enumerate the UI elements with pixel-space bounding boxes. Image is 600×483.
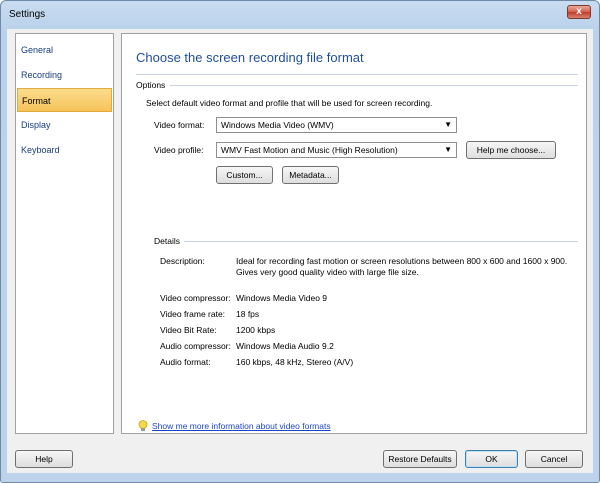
format-panel: Choose the screen recording file format …	[121, 33, 587, 434]
video-compressor-label: Video compressor:	[160, 293, 231, 303]
chevron-down-icon: ▼	[444, 120, 452, 129]
window-title: Settings	[9, 9, 46, 20]
video-profile-select[interactable]: WMV Fast Motion and Music (High Resoluti…	[216, 142, 457, 158]
options-instruction: Select default video format and profile …	[146, 98, 433, 108]
description-value: Ideal for recording fast motion or scree…	[236, 256, 568, 277]
video-format-select[interactable]: Windows Media Video (WMV) ▼	[216, 117, 457, 133]
settings-sidebar: General Recording Format Display Keyboar…	[15, 33, 114, 434]
video-bit-rate-label: Video Bit Rate:	[160, 325, 217, 335]
close-button[interactable]: x	[567, 5, 591, 19]
sidebar-item-general[interactable]: General	[17, 38, 112, 62]
restore-defaults-button[interactable]: Restore Defaults	[383, 450, 457, 468]
sidebar-item-recording[interactable]: Recording	[17, 63, 112, 87]
help-button[interactable]: Help	[15, 450, 73, 468]
close-icon: x	[576, 6, 582, 17]
sidebar-item-keyboard[interactable]: Keyboard	[17, 138, 112, 162]
audio-format-value: 160 kbps, 48 kHz, Stereo (A/V)	[236, 357, 354, 367]
video-format-label: Video format:	[154, 120, 205, 130]
details-section-label: Details	[154, 236, 180, 246]
video-profile-label: Video profile:	[154, 145, 204, 155]
chevron-down-icon: ▼	[444, 145, 452, 154]
cancel-button[interactable]: Cancel	[525, 450, 583, 468]
options-divider	[170, 85, 578, 86]
video-compressor-value: Windows Media Video 9	[236, 293, 328, 303]
dialog-client-area: General Recording Format Display Keyboar…	[7, 29, 593, 473]
settings-window: Settings x General Recording Format Disp…	[0, 0, 600, 483]
video-formats-info-link[interactable]: Show me more information about video for…	[152, 421, 331, 431]
metadata-button[interactable]: Metadata...	[282, 166, 339, 184]
details-divider	[184, 241, 578, 242]
title-bar: Settings x	[1, 1, 599, 29]
description-label: Description:	[160, 256, 205, 266]
audio-compressor-label: Audio compressor:	[160, 341, 231, 351]
page-title: Choose the screen recording file format	[136, 50, 364, 65]
audio-compressor-value: Windows Media Audio 9.2	[236, 341, 334, 351]
video-profile-value: WMV Fast Motion and Music (High Resoluti…	[221, 145, 398, 155]
lightbulb-icon	[138, 420, 148, 432]
video-bit-rate-value: 1200 kbps	[236, 325, 276, 335]
video-format-value: Windows Media Video (WMV)	[221, 120, 334, 130]
video-frame-rate-label: Video frame rate:	[160, 309, 226, 319]
audio-format-label: Audio format:	[160, 357, 211, 367]
ok-button[interactable]: OK	[465, 450, 518, 468]
title-divider	[136, 74, 578, 75]
sidebar-item-format[interactable]: Format	[17, 88, 112, 112]
options-section-label: Options	[136, 80, 166, 90]
help-me-choose-button[interactable]: Help me choose...	[466, 141, 556, 159]
sidebar-item-display[interactable]: Display	[17, 113, 112, 137]
custom-button[interactable]: Custom...	[216, 166, 273, 184]
video-frame-rate-value: 18 fps	[236, 309, 260, 319]
